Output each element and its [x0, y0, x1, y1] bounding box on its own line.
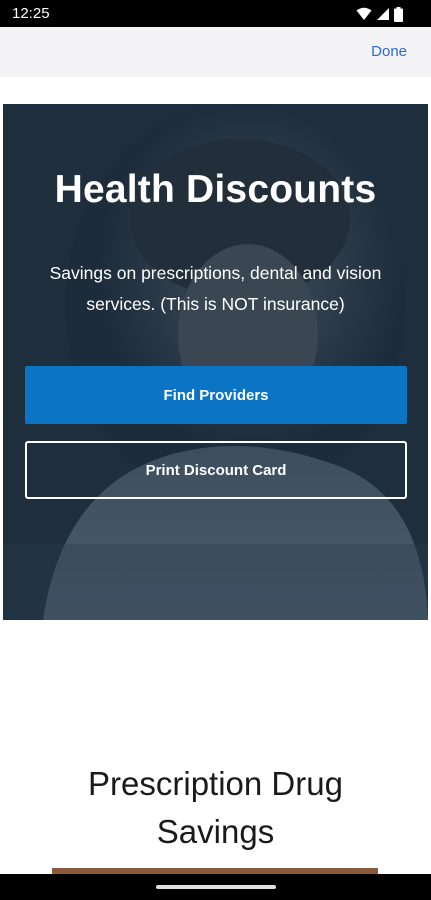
battery-icon: [394, 6, 403, 22]
status-bar: 12:25: [0, 0, 431, 27]
hero-banner: Health Discounts Savings on prescription…: [3, 104, 428, 620]
find-providers-label: Find Providers: [163, 386, 269, 404]
done-button[interactable]: Done: [371, 43, 407, 60]
navigation-bar: [0, 874, 431, 900]
hero-title: Health Discounts: [54, 168, 377, 211]
status-icons: [356, 6, 403, 22]
webview-header: Done: [0, 27, 431, 77]
section-title: Prescription Drug Savings: [0, 760, 431, 856]
print-discount-card-label: Print Discount Card: [145, 461, 287, 479]
home-handle[interactable]: [156, 885, 276, 889]
print-discount-card-button[interactable]: Print Discount Card: [25, 441, 407, 499]
wifi-icon: [356, 7, 372, 21]
hero-subtitle: Savings on prescriptions, dental and vis…: [49, 263, 382, 314]
signal-icon: [376, 7, 390, 21]
status-time: 12:25: [12, 5, 50, 22]
section-title-text: Prescription Drug Savings: [88, 765, 343, 850]
phone-screen: 12:25 Done Health Discounts Savings on p…: [0, 0, 431, 900]
find-providers-button[interactable]: Find Providers: [25, 366, 407, 424]
